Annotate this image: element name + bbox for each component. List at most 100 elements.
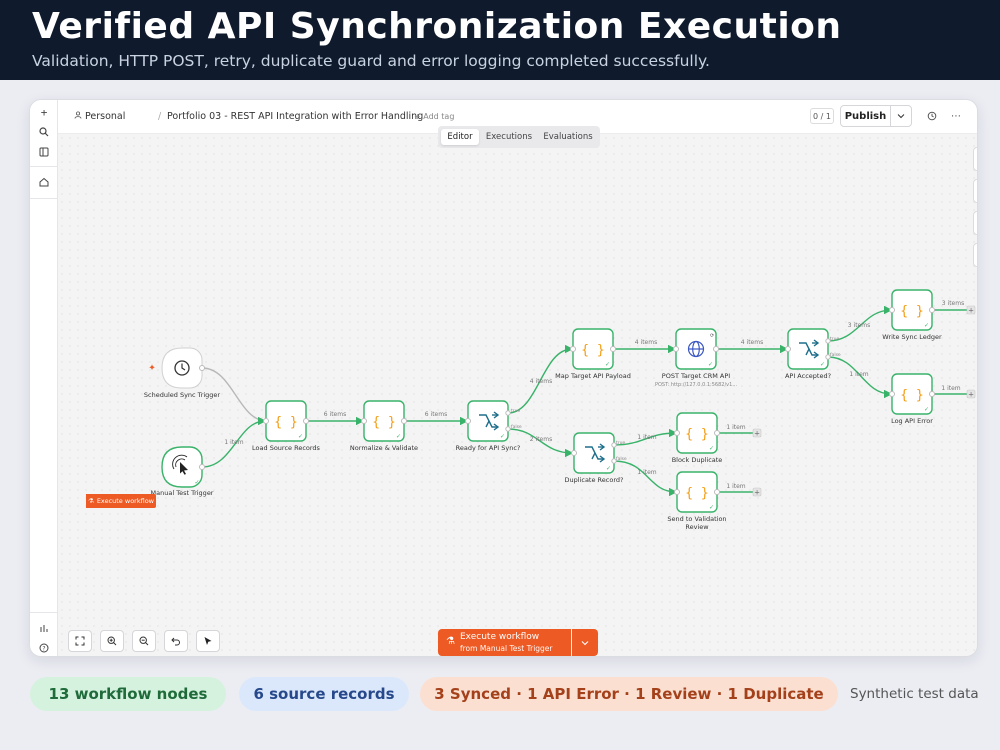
breadcrumb-owner[interactable]: Personal (85, 111, 125, 122)
panel-toggle-icon[interactable] (36, 144, 52, 160)
success-check-icon: ✓ (500, 433, 505, 440)
help-icon[interactable]: ? (36, 640, 52, 656)
edge-label: 6 items (324, 411, 346, 418)
node-label: Map Target API Payload (555, 372, 631, 380)
hero-banner: Verified API Synchronization Execution V… (0, 0, 1000, 80)
code-braces-icon: { } (274, 415, 297, 430)
node-scheduled-sync-trigger[interactable]: ✦ Scheduled Sync Trigger (144, 347, 221, 399)
success-check-icon: ✓ (708, 361, 713, 368)
node-manual-test-trigger[interactable]: ✓ Manual Test Trigger (151, 446, 214, 497)
node-label: Manual Test Trigger (151, 489, 214, 497)
tab-executions[interactable]: Executions (481, 129, 537, 145)
code-braces-icon: { } (900, 304, 923, 319)
edge-label: 1 item (726, 483, 745, 490)
node-label: Send to Validation (667, 515, 726, 523)
insights-icon[interactable] (36, 620, 52, 636)
search-icon[interactable] (36, 124, 52, 140)
node-label: API Accepted? (785, 372, 831, 380)
success-check-icon: ✓ (709, 445, 714, 452)
select-tool-button[interactable] (196, 630, 220, 652)
svg-text:+: + (968, 391, 974, 399)
edge-label: 4 items (635, 339, 657, 346)
node-send-to-validation-review[interactable]: { } ✓ Send to Validation Review (667, 471, 727, 531)
node-normalize-validate[interactable]: { } ✓ Normalize & Validate (350, 400, 418, 452)
hero-title: Verified API Synchronization Execution (32, 6, 842, 47)
node-label: Write Sync Ledger (882, 333, 942, 341)
node-label: Load Source Records (252, 444, 321, 452)
node-label: Duplicate Record? (565, 476, 624, 484)
success-check-icon: ✓ (396, 433, 401, 440)
flask-icon: ⚗ (87, 497, 94, 505)
view-tabs: Editor Executions Evaluations (438, 126, 600, 148)
success-check-icon: ✓ (298, 433, 303, 440)
flask-icon: ⚗ (446, 636, 455, 647)
edge-label: 3 items (942, 300, 964, 307)
fit-view-icon (75, 636, 85, 646)
owner-icon (74, 111, 82, 122)
chevron-down-icon (897, 114, 905, 119)
add-icon[interactable]: + (36, 104, 52, 120)
node-label: Normalize & Validate (350, 444, 418, 452)
undo-icon (171, 637, 180, 646)
node-log-api-error[interactable]: { } ✓ Log API Error (889, 373, 935, 425)
execute-workflow-button[interactable]: ⚗ Execute workflow from Manual Test Trig… (438, 629, 571, 656)
node-write-sync-ledger[interactable]: { } ✓ Write Sync Ledger (882, 289, 942, 341)
branch-label-true: true (830, 336, 839, 342)
undo-button[interactable] (164, 630, 188, 652)
edge-label: 1 item (849, 371, 868, 378)
node-duplicate-record[interactable]: ✓ Duplicate Record? (565, 432, 624, 484)
node-label: Review (685, 523, 709, 531)
workflow-canvas[interactable]: + + + + 1 item 6 items 6 items 4 items 2 i… (58, 134, 977, 656)
sticky-note-button[interactable] (973, 211, 977, 235)
code-braces-icon: { } (581, 343, 604, 358)
breadcrumb-separator: / (158, 111, 162, 122)
node-load-source-records[interactable]: { } ✓ Load Source Records (252, 400, 321, 452)
add-tag-link[interactable]: + Add tag (414, 112, 454, 121)
publish-dropdown-button[interactable] (890, 105, 912, 127)
svg-text:?: ? (42, 646, 45, 653)
nodes-count-pill: 13 workflow nodes (30, 677, 226, 711)
records-count-pill: 6 source records (239, 677, 409, 711)
node-label: Scheduled Sync Trigger (144, 391, 221, 399)
sidebar-toggle-button[interactable] (973, 243, 977, 267)
edge-label: 1 item (224, 439, 243, 446)
edge-label: 1 item (941, 385, 960, 392)
node-label: Block Duplicate (672, 456, 723, 464)
success-check-icon: ✓ (924, 322, 929, 329)
home-icon[interactable] (36, 174, 52, 190)
history-icon[interactable] (924, 108, 940, 124)
success-check-icon: ✓ (606, 465, 611, 472)
left-rail: + ? (30, 100, 58, 656)
synthetic-data-note: Synthetic test data (850, 686, 979, 702)
more-options-icon[interactable]: ⋯ (948, 108, 964, 124)
publish-button[interactable]: Publish (840, 105, 891, 127)
success-check-icon: ✓ (605, 361, 610, 368)
add-node-button[interactable]: + (973, 147, 977, 171)
success-check-icon: ✓ (820, 361, 825, 368)
tab-evaluations[interactable]: Evaluations (539, 129, 597, 145)
zoom-out-button[interactable] (132, 630, 156, 652)
execute-options-button[interactable] (572, 629, 598, 656)
node-post-target-crm-api[interactable]: ⟳ ✓ POST Target CRM API POST: http://127… (655, 328, 737, 388)
code-braces-icon: { } (372, 415, 395, 430)
node-api-accepted[interactable]: ✓ API Accepted? (785, 328, 831, 380)
branch-label-true: true (511, 408, 520, 414)
chevron-down-icon (581, 640, 589, 645)
node-block-duplicate[interactable]: { } ✓ Block Duplicate (672, 412, 723, 464)
node-map-target-api-payload[interactable]: { } ✓ Map Target API Payload (555, 328, 631, 380)
edge-label: 6 items (425, 411, 447, 418)
code-braces-icon: { } (685, 486, 708, 501)
zoom-in-icon (107, 636, 117, 646)
edge-label: 3 items (848, 322, 870, 329)
version-counter: 0 / 1 (810, 108, 834, 124)
workflow-name[interactable]: Portfolio 03 - REST API Integration with… (167, 111, 423, 122)
edge-label: 1 item (637, 469, 656, 476)
svg-text:+: + (968, 307, 974, 315)
results-summary-pill: 3 Synced · 1 API Error · 1 Review · 1 Du… (420, 677, 838, 711)
zoom-in-button[interactable] (100, 630, 124, 652)
trigger-bolt-icon: ✦ (148, 364, 156, 374)
fit-view-button[interactable] (68, 630, 92, 652)
tab-editor[interactable]: Editor (441, 129, 479, 145)
node-search-button[interactable] (973, 179, 977, 203)
execute-workflow-tag[interactable]: ⚗ Execute workflow (86, 494, 156, 508)
